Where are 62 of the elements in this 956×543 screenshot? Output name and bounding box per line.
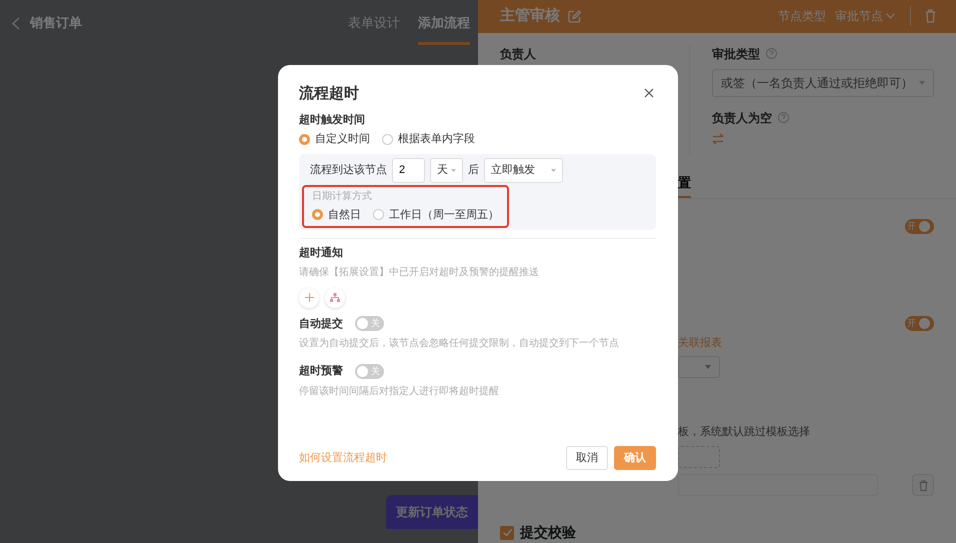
flow-node[interactable]: 更新订单状态 [386, 495, 478, 529]
section-title: 提交校验 [520, 523, 576, 542]
swap-icon[interactable] [712, 132, 724, 144]
help-link[interactable]: 如何设置流程超时 [299, 450, 387, 466]
cancel-button[interactable]: 取消 [566, 446, 608, 470]
trash-icon[interactable] [925, 9, 936, 24]
chevron-down-icon [886, 13, 895, 20]
action-select[interactable]: 立即触发 [484, 158, 563, 182]
amount-input[interactable]: 2 [392, 158, 425, 182]
node-title: 主管审核 [500, 6, 560, 26]
edit-icon[interactable] [568, 10, 581, 23]
rule-label: 流程到达该节点 [310, 162, 387, 178]
caret-icon [919, 80, 925, 84]
header-tab[interactable]: 添加流程 [418, 0, 470, 46]
field-label: 审批类型 [712, 46, 760, 62]
switch-label: 自动提交 [299, 316, 343, 332]
org-chart-icon [330, 293, 340, 302]
radio-option[interactable]: 自定义时间 [299, 131, 370, 148]
page-title: 销售订单 [30, 14, 82, 32]
section-label: 超时触发时间 [299, 112, 366, 128]
unit-select[interactable]: 天 [430, 158, 463, 182]
checkbox[interactable] [500, 526, 514, 540]
hint-text: 停留该时间间隔后对指定人进行即将超时提醒 [299, 384, 500, 398]
add-button[interactable] [299, 288, 319, 308]
help-icon[interactable] [778, 112, 789, 123]
field-label: 日期计算方式 [312, 190, 373, 204]
field-label: 负责人为空 [712, 110, 772, 126]
confirm-button[interactable]: 确认 [614, 446, 656, 470]
hint-text: 请确保【拓展设置】中已开启对超时及预警的提醒推送 [299, 266, 540, 280]
approval-type-select[interactable]: 或签（一名负责人通过或拒绝即可） [712, 68, 934, 96]
section-label: 超时通知 [299, 246, 344, 261]
hint-text: 设置为自动提交后，该节点会忽略任何提交限制，自动提交到下一个节点 [299, 336, 620, 351]
trash-icon [918, 480, 928, 490]
report-select[interactable] [678, 356, 720, 378]
switch-label: 超时预警 [299, 364, 343, 379]
template-hint: 板，系统默认跳过模板选择 [678, 424, 811, 440]
rule-label: 后 [468, 162, 479, 178]
assignee-label: 负责人 [500, 46, 536, 60]
caret-icon [705, 364, 711, 368]
plus-icon [304, 293, 314, 302]
related-report-link[interactable]: 关联报表 [678, 335, 956, 352]
radio-option[interactable]: 自然日 [312, 206, 361, 223]
radio-icon[interactable] [299, 134, 310, 145]
dialog-title: 流程超时 [299, 84, 359, 104]
radio-icon[interactable] [312, 209, 323, 220]
help-icon[interactable] [766, 48, 777, 59]
template-input[interactable] [678, 474, 878, 496]
radio-icon[interactable] [373, 209, 384, 220]
delete-button[interactable] [912, 474, 934, 496]
toggle-switch[interactable]: 开 [905, 219, 934, 234]
back-icon[interactable] [12, 16, 20, 30]
radio-option[interactable]: 工作日（周一至周五） [373, 206, 499, 223]
check-icon [502, 529, 512, 536]
node-type-dropdown[interactable]: 审批节点 [834, 6, 896, 26]
toggle-switch[interactable]: 开 [905, 316, 934, 331]
caret-icon [451, 168, 456, 172]
org-chart-button[interactable] [325, 288, 345, 308]
radio-option[interactable]: 根据表单内字段 [382, 131, 475, 148]
radio-icon[interactable] [382, 134, 393, 145]
node-type-label: 节点类型 [778, 8, 826, 26]
close-icon [644, 88, 654, 98]
caret-icon [551, 168, 556, 172]
